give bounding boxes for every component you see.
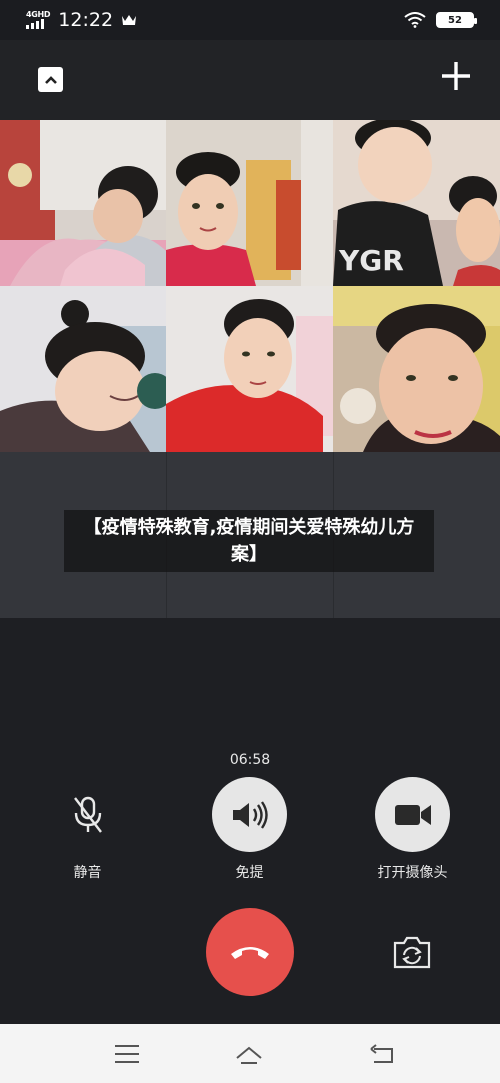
crown-icon <box>122 15 137 25</box>
call-top-bar <box>0 40 500 120</box>
video-tile-3[interactable]: YGR <box>333 120 500 286</box>
mute-label: 静音 <box>73 865 102 881</box>
phone-hangup-icon <box>231 947 269 959</box>
camera-circle <box>375 777 450 852</box>
system-nav-bar <box>0 1024 500 1083</box>
speaker-button[interactable]: 免提 <box>212 777 287 882</box>
video-camera-icon <box>394 804 431 825</box>
participant-video <box>333 286 500 452</box>
participant-video <box>166 120 333 286</box>
battery-icon: 52 <box>436 12 477 28</box>
speaker-label: 免提 <box>235 865 264 881</box>
speaker-circle <box>212 777 287 852</box>
menu-icon[interactable] <box>112 1041 142 1067</box>
signal-icon: 4GHD <box>26 10 51 29</box>
participant-video <box>0 286 166 452</box>
camera-button[interactable]: 打开摄像头 <box>375 777 450 882</box>
camera-label: 打开摄像头 <box>377 865 448 881</box>
participant-video: YGR <box>333 120 500 286</box>
participant-video <box>0 120 166 286</box>
speaker-icon <box>232 800 268 829</box>
mute-circle <box>50 777 125 852</box>
chevron-up-icon <box>44 75 57 84</box>
back-icon[interactable] <box>368 1041 398 1067</box>
wifi-icon <box>404 12 426 28</box>
battery-level: 52 <box>448 14 462 26</box>
home-icon[interactable] <box>234 1041 264 1067</box>
video-tile-2[interactable] <box>166 120 333 286</box>
status-right: 52 <box>404 12 477 28</box>
participant-video <box>166 286 333 452</box>
status-left: 4GHD 12:22 <box>26 9 137 31</box>
mute-button[interactable]: 静音 <box>50 777 125 882</box>
article-title-overlay: 【疫情特殊教育,疫情期间关爱特殊幼儿方案】 <box>64 510 434 572</box>
svg-text:YGR: YGR <box>338 244 404 277</box>
video-tile-4[interactable] <box>0 286 166 452</box>
video-tile-5[interactable] <box>166 286 333 452</box>
status-bar: 4GHD 12:22 52 <box>0 0 500 40</box>
video-grid: YGR <box>0 120 500 452</box>
collapse-button[interactable] <box>38 67 63 92</box>
switch-camera-icon[interactable] <box>392 934 432 970</box>
add-participant-button[interactable] <box>440 60 472 92</box>
video-tile-1[interactable] <box>0 120 166 286</box>
status-time: 12:22 <box>58 9 114 31</box>
hang-up-button[interactable] <box>206 908 294 996</box>
network-label: 4GHD <box>26 10 51 19</box>
video-tile-6[interactable] <box>333 286 500 452</box>
call-timer: 06:58 <box>229 752 271 768</box>
microphone-off-icon <box>73 796 102 833</box>
